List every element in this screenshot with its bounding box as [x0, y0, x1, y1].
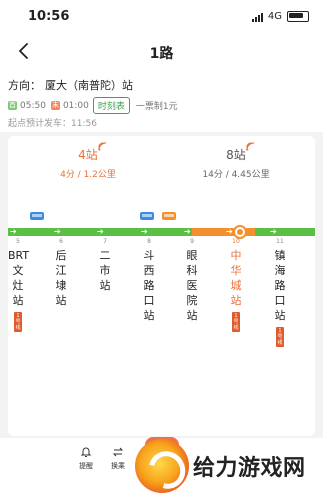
route-map-card: 4站 4分 / 1.2公里 8站 14分 / 4.45公里 ➔ ➔ ➔ ➔ ➔ …: [8, 136, 315, 436]
station-index: 6: [59, 238, 63, 245]
station-name: 斗西路口站: [143, 249, 155, 322]
current-station-marker: [233, 225, 247, 239]
first-bus-badge: 首: [8, 101, 17, 110]
transfer-label: 换乘: [111, 462, 125, 470]
realtime-signal-icon: [98, 142, 106, 151]
station-item[interactable]: 7 二市站: [95, 238, 115, 293]
metro-badge: 1号线: [14, 312, 22, 332]
realtime-signal-icon: [246, 142, 254, 151]
bus-stops-text: 4站: [78, 148, 98, 162]
station-name: BRT文灶站: [8, 249, 30, 307]
station-item[interactable]: 9 眼科医院站: [182, 238, 202, 323]
bus-arrival-far[interactable]: 8站 14分 / 4.45公里: [166, 142, 306, 180]
bus-stops-away: 4站: [78, 142, 106, 163]
metro-badge: 1号线: [276, 327, 284, 347]
bell-icon: [80, 447, 92, 457]
transfer-button[interactable]: 换乘: [98, 446, 138, 471]
station-name: 眼科医院站: [186, 249, 198, 322]
schedule-row: 首 05:50 末 01:00 时刻表 一票制1元: [8, 97, 178, 114]
page-title: 1路: [149, 46, 174, 62]
station-index: 8: [147, 238, 151, 245]
direction-arrow-icon: ➔: [226, 227, 233, 236]
bus-icon: [140, 212, 154, 220]
station-item[interactable]: 11 镇海路口站 1号线: [270, 238, 290, 348]
bus-icon: [30, 212, 44, 220]
transfer-icon: [112, 447, 124, 457]
timetable-button[interactable]: 时刻表: [92, 97, 130, 114]
station-item[interactable]: 6 后江埭站: [51, 238, 71, 308]
station-name: 中华城站: [230, 249, 242, 307]
station-index: 7: [103, 238, 107, 245]
station-index: 9: [190, 238, 194, 245]
direction-value: 厦大（南普陀）站: [45, 79, 133, 92]
bus-stops-away: 8站: [226, 142, 254, 163]
status-time: 10:56: [28, 9, 70, 24]
watermark-logo: 给力游戏网: [135, 437, 306, 493]
watermark-text: 给力游戏网: [193, 456, 306, 481]
bus-icon: [162, 212, 176, 220]
network-type: 4G: [267, 11, 282, 22]
station-index: 10: [232, 238, 240, 245]
station-name: 后江埭站: [55, 249, 67, 307]
battery-icon: [287, 11, 309, 22]
bus-time-distance: 4分 / 1.2公里: [60, 170, 116, 180]
direction-label: 方向：: [8, 79, 41, 92]
direction-arrow-icon: ➔: [54, 227, 61, 236]
station-name: 镇海路口站: [274, 249, 286, 322]
station-name: 二市站: [99, 249, 111, 292]
last-bus-badge: 末: [50, 101, 60, 110]
first-bus-time: 05:50: [20, 100, 46, 111]
station-index: 5: [16, 238, 20, 245]
direction-arrow-icon: ➔: [270, 227, 277, 236]
signal-icon: [251, 12, 263, 22]
station-item[interactable]: 5 BRT文灶站 1号线: [8, 238, 30, 333]
station-index: 11: [276, 238, 284, 245]
fare-text: 一票制1元: [135, 102, 178, 112]
bus-arrival-near[interactable]: 4站 4分 / 1.2公里: [18, 142, 158, 180]
status-icons: 4G: [251, 11, 309, 22]
remind-label: 提醒: [79, 462, 93, 470]
direction-arrow-icon: ➔: [97, 227, 104, 236]
route-info: 方向： 厦大（南普陀）站 首 05:50 末 01:00 时刻表 一票制1元 起点…: [0, 70, 323, 132]
metro-badge: 1号线: [232, 312, 240, 332]
direction-row: 方向： 厦大（南普陀）站: [8, 77, 133, 93]
bus-time-distance: 14分 / 4.45公里: [202, 170, 270, 180]
bus-stops-text: 8站: [226, 148, 246, 162]
station-item[interactable]: 8 斗西路口站: [139, 238, 159, 323]
eta-row: 起点预计发车：11:56: [8, 116, 97, 129]
direction-arrow-icon: ➔: [184, 227, 191, 236]
watermark-emblem-icon: [135, 439, 189, 493]
eta-label: 起点预计发车：: [8, 119, 72, 129]
nav-bar: 1路: [0, 34, 323, 70]
direction-arrow-icon: ➔: [10, 227, 17, 236]
status-bar: 10:56 4G: [0, 0, 323, 34]
direction-arrow-icon: ➔: [141, 227, 148, 236]
station-item-current[interactable]: 10 中华城站 1号线: [226, 238, 246, 333]
eta-time: 11:56: [71, 119, 97, 129]
last-bus-time: 01:00: [62, 100, 89, 111]
